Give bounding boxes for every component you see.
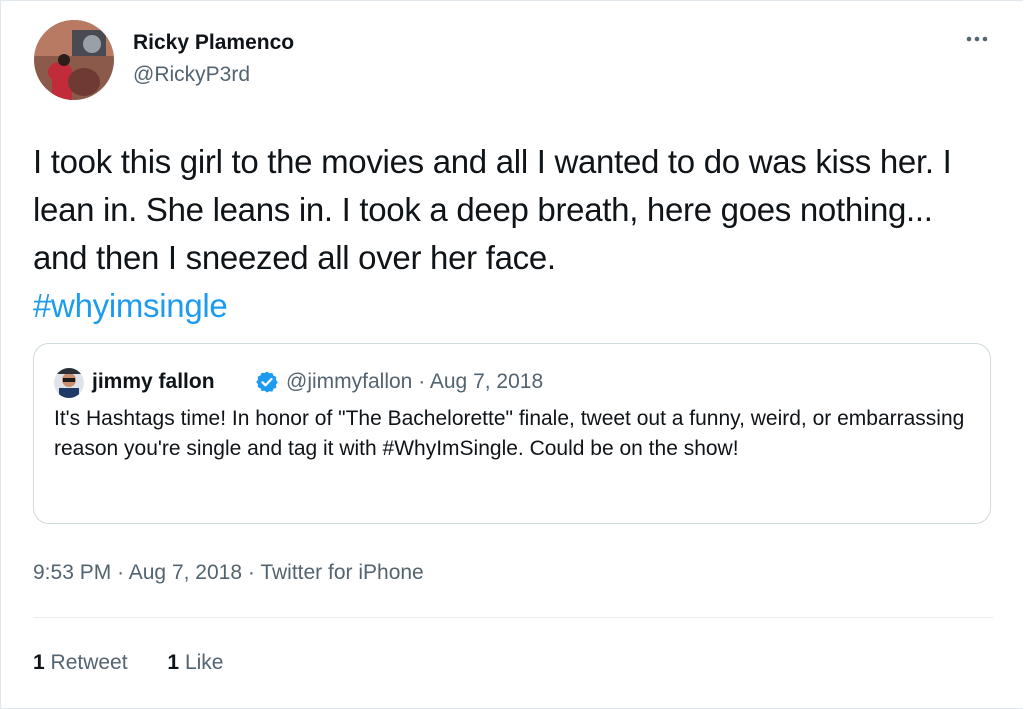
- like-label: Like: [184, 651, 224, 674]
- quoted-author-name[interactable]: jimmy fallon: [92, 370, 215, 394]
- divider: [33, 617, 993, 618]
- tweet-date[interactable]: Aug 7, 2018: [129, 561, 242, 584]
- quoted-author-avatar[interactable]: [54, 368, 84, 398]
- quoted-date[interactable]: Aug 7, 2018: [430, 370, 543, 393]
- quoted-meta-separator: ·: [418, 370, 426, 393]
- hashtag-link[interactable]: #whyimsingle: [33, 287, 228, 324]
- retweet-count-link[interactable]: 1 Retweet: [33, 651, 128, 675]
- tweet-time[interactable]: 9:53 PM: [33, 561, 111, 584]
- quoted-tweet-text: It's Hashtags time! In honor of "The Bac…: [54, 407, 965, 460]
- author-handle[interactable]: @RickyP3rd: [133, 63, 250, 87]
- author-avatar[interactable]: [34, 20, 114, 100]
- verified-badge-icon: [255, 370, 279, 394]
- timestamp-separator: ·: [117, 561, 125, 584]
- tweet-text: I took this girl to the movies and all I…: [33, 138, 993, 330]
- like-count-link[interactable]: 1 Like: [167, 651, 223, 675]
- tweet-source[interactable]: Twitter for iPhone: [260, 561, 423, 584]
- like-count: 1: [167, 651, 180, 674]
- retweet-count: 1: [33, 651, 45, 674]
- quoted-meta: @jimmyfallon · Aug 7, 2018: [286, 370, 543, 394]
- timestamp-separator-2: ·: [247, 561, 255, 584]
- retweet-label: Retweet: [50, 651, 128, 674]
- tweet-stats: 1 Retweet 1 Like: [33, 651, 257, 675]
- quoted-tweet[interactable]: jimmy fallon @jimmyfallon · Aug 7, 2018 …: [33, 343, 991, 524]
- quoted-author-handle[interactable]: @jimmyfallon: [286, 370, 412, 393]
- tweet-timestamp: 9:53 PM · Aug 7, 2018 · Twitter for iPho…: [33, 561, 424, 585]
- more-options-icon[interactable]: [960, 22, 994, 56]
- author-display-name[interactable]: Ricky Plamenco: [133, 31, 294, 55]
- tweet-body: I took this girl to the movies and all I…: [33, 143, 952, 276]
